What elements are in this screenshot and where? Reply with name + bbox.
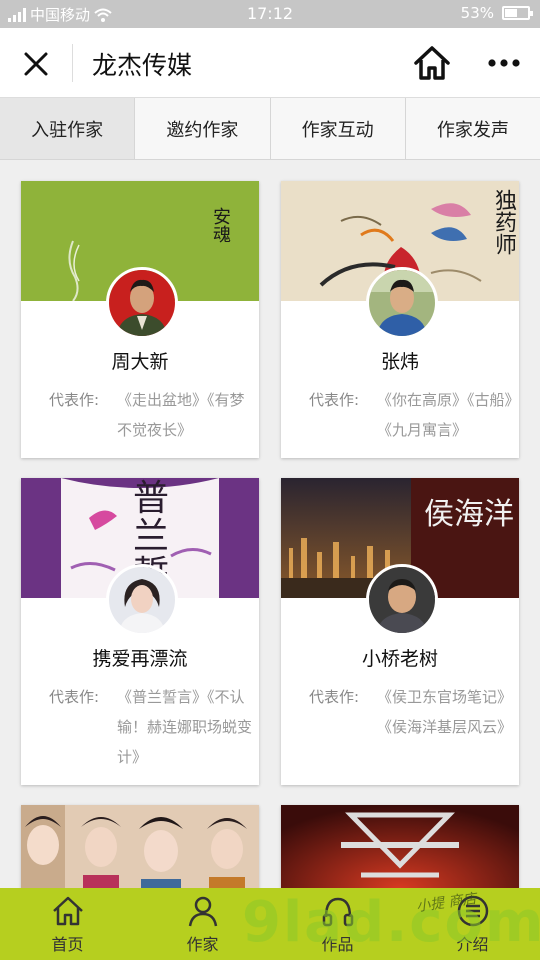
author-card[interactable]: 安魂 周大新 代表作: 《走出盆地》《有梦不觉夜长》 (21, 181, 259, 458)
tab-author-voice[interactable]: 作家发声 (406, 98, 540, 159)
works-block: 代表作: 《侯卫东官场笔记》《侯海洋基层风云》 (309, 682, 513, 742)
book-cover (21, 805, 259, 888)
nav-label: 作家 (186, 935, 219, 954)
header-divider (72, 44, 73, 82)
avatar (106, 564, 178, 636)
book-cover (281, 805, 519, 888)
works-block: 代表作: 《普兰誓言》《不认输！赫连娜职场蜕变计》 (49, 682, 253, 772)
tab-invited-authors[interactable]: 邀约作家 (135, 98, 271, 159)
works-label: 代表作: (49, 688, 100, 706)
works-label: 代表作: (309, 688, 360, 706)
nav-label: 作品 (321, 935, 354, 954)
works-label: 代表作: (309, 391, 360, 409)
nav-intro[interactable]: 介绍 (405, 888, 540, 960)
works-label: 代表作: (49, 391, 100, 409)
avatar (366, 267, 438, 339)
author-name: 周大新 (111, 351, 169, 373)
app-header: 龙杰传媒 (0, 28, 540, 98)
cover-title: 独药师 (491, 189, 516, 255)
works-block: 代表作: 《你在高原》《古船》《九月寓言》 (309, 385, 513, 445)
avatar (366, 564, 438, 636)
list-icon (457, 895, 488, 927)
author-card[interactable]: 普兰誓言 携爱再漂流 代表作: 《普兰誓言》《不认输！赫连娜职场蜕变计》 (21, 478, 259, 785)
status-bar: 中国移动 17:12 53% (0, 0, 540, 28)
works-list: 《普兰誓言》《不认输！赫连娜职场蜕变计》 (117, 688, 253, 766)
more-button[interactable] (484, 50, 524, 76)
works-list: 《你在高原》《古船》《九月寓言》 (377, 391, 513, 439)
nav-label: 介绍 (456, 935, 489, 954)
nav-works[interactable]: 作品 (270, 888, 405, 960)
tab-resident-authors[interactable]: 入驻作家 (0, 98, 136, 159)
nav-label: 首页 (51, 935, 84, 954)
battery-percent: 53% (460, 4, 494, 22)
nav-home[interactable]: 首页 (0, 888, 135, 960)
tab-author-interaction[interactable]: 作家互动 (271, 98, 406, 159)
close-button[interactable] (18, 46, 54, 82)
cover-title: 侯海洋 (424, 497, 514, 532)
author-card[interactable]: 侯海洋 小桥老树 代表作: 《侯卫东官场笔记》《侯海洋基层风云》 (281, 478, 519, 785)
more-icon (488, 59, 520, 67)
author-card[interactable]: 独药师 张炜 代表作: 《你在高原》《古船》《九月寓言》 (281, 181, 519, 458)
home-button[interactable] (412, 44, 452, 82)
battery-icon (502, 6, 533, 20)
page-title: 龙杰传媒 (92, 51, 193, 80)
author-name: 携爱再漂流 (92, 648, 188, 670)
author-name: 小桥老树 (361, 648, 438, 670)
status-time: 17:12 (246, 4, 294, 23)
home-icon (52, 896, 83, 926)
close-icon (24, 52, 48, 76)
works-list: 《侯卫东官场笔记》《侯海洋基层风云》 (377, 688, 513, 736)
works-block: 代表作: 《走出盆地》《有梦不觉夜长》 (49, 385, 253, 445)
user-icon (188, 896, 217, 927)
bottom-nav: 首页 作家 作品 介绍 (0, 888, 540, 960)
cover-title: 安魂 (210, 207, 231, 243)
author-grid: 安魂 周大新 代表作: 《走出盆地》《有梦不觉夜长》 独药师 张炜 代表作: 《… (0, 160, 540, 888)
headphones-icon (322, 897, 353, 927)
author-name: 张炜 (380, 351, 419, 373)
author-card[interactable] (21, 805, 259, 888)
home-icon (414, 46, 450, 80)
works-list: 《走出盆地》《有梦不觉夜长》 (117, 391, 245, 439)
nav-authors[interactable]: 作家 (135, 888, 270, 960)
author-card[interactable] (281, 805, 519, 888)
category-tabs: 入驻作家 邀约作家 作家互动 作家发声 (0, 98, 540, 160)
avatar (106, 267, 178, 339)
